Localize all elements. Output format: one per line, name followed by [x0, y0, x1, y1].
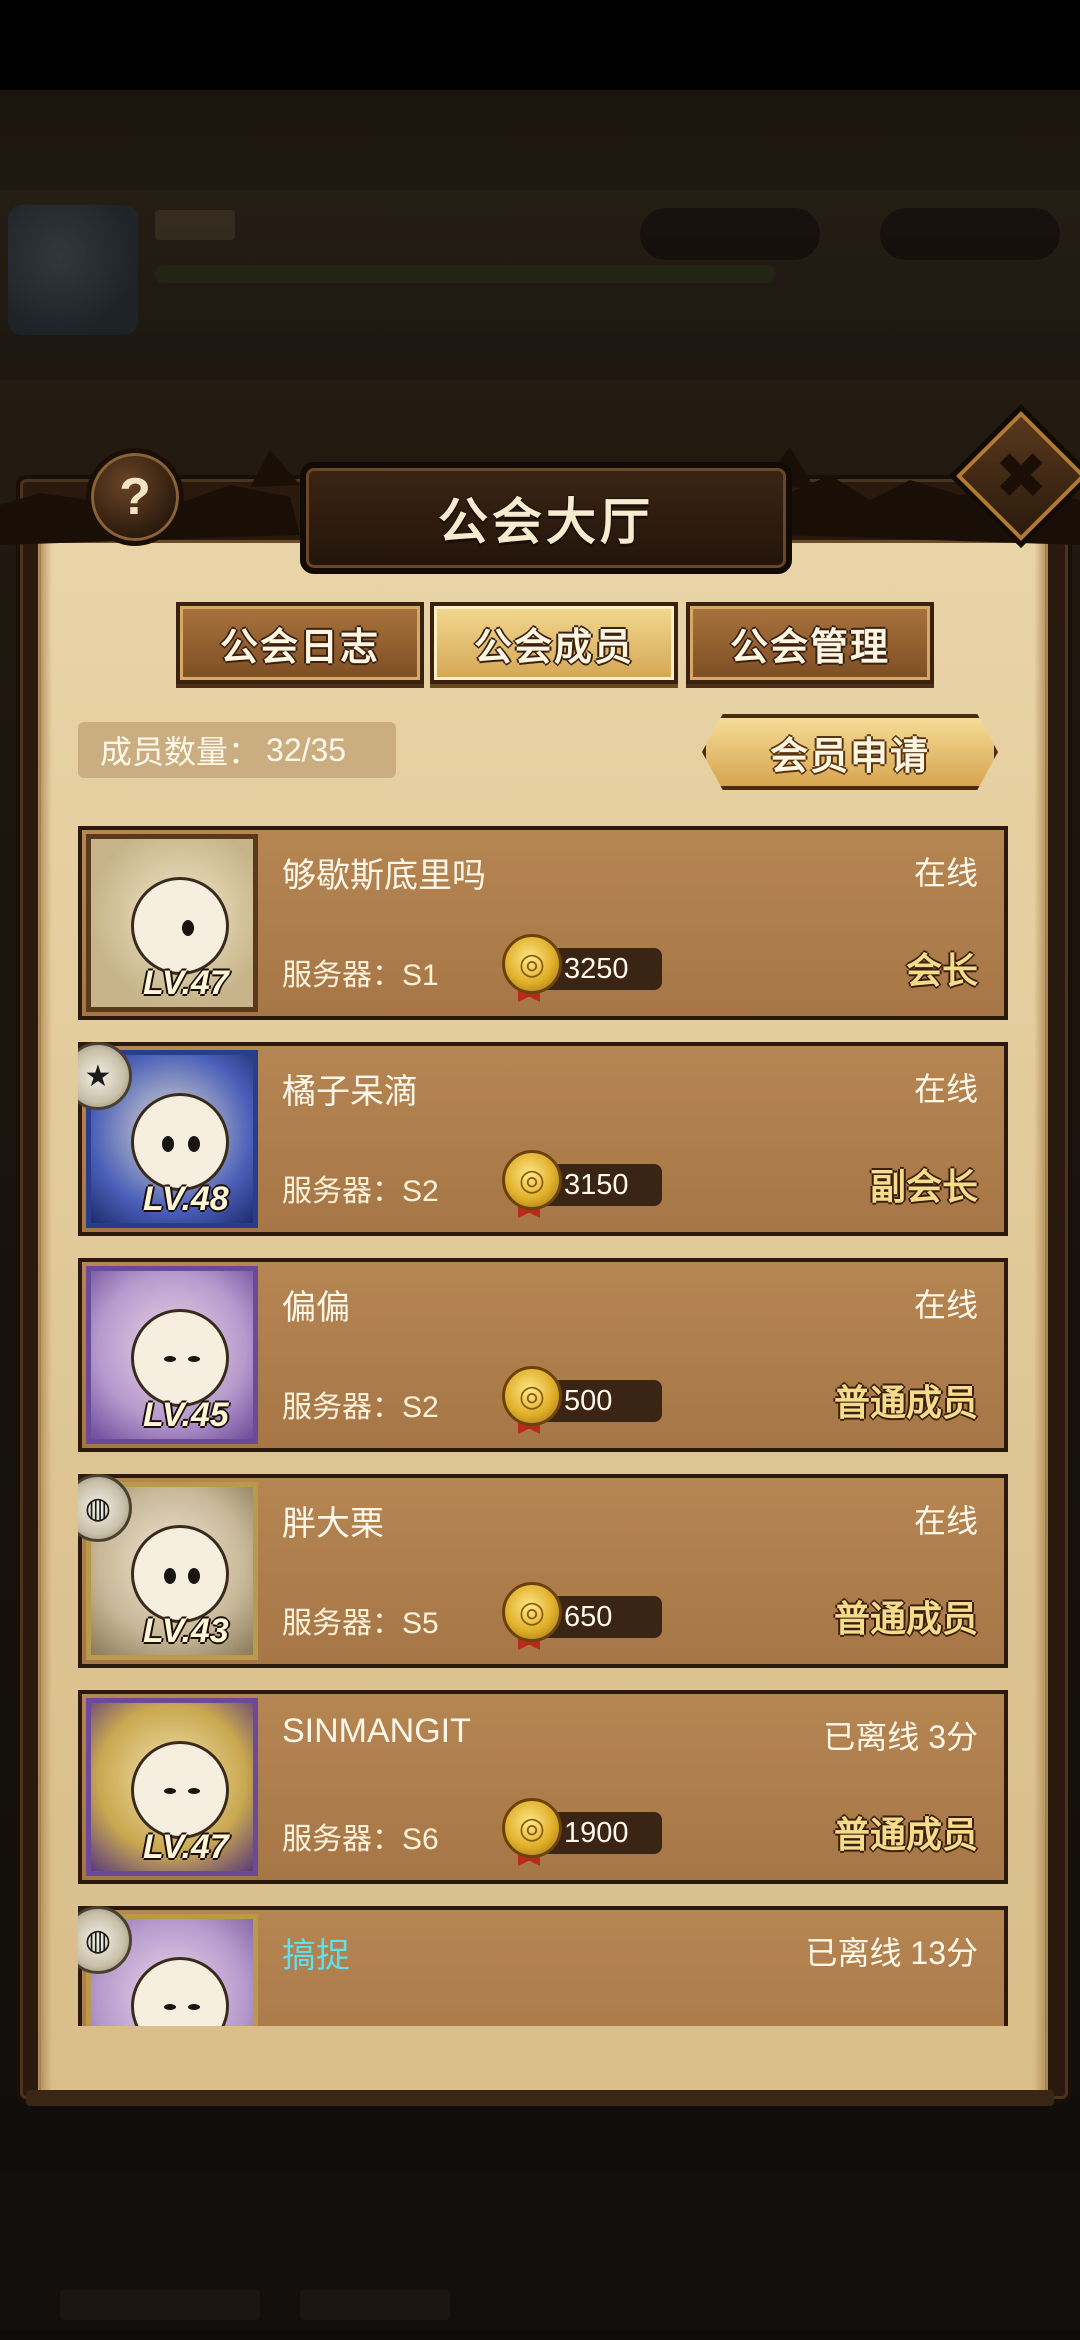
member-application-button[interactable]: 会员申请 — [702, 714, 998, 790]
member-row[interactable]: LV.43 胖大栗 在线 服务器：S5 650 ◎ 普通成员 — [78, 1474, 1008, 1668]
member-list[interactable]: LV.47 够歇斯底里吗 在线 服务器：S1 3250 ◎ 会长 LV.48 橘… — [78, 826, 1008, 2026]
panel-bottom-edge — [26, 2090, 1054, 2106]
member-row[interactable]: LV.47 SINMANGIT 已离线 3分 服务器：S6 1900 ◎ 普通成… — [78, 1690, 1008, 1884]
tab-guild-members[interactable]: 公会成员 — [430, 602, 678, 684]
member-row[interactable]: LV.47 够歇斯底里吗 在线 服务器：S1 3250 ◎ 会长 — [78, 826, 1008, 1020]
coin-icon: ◎ — [502, 1150, 562, 1210]
member-count: 成员数量： 32/35 — [78, 722, 396, 778]
member-role: 会长 — [905, 950, 978, 991]
member-row[interactable]: LV.48 橘子呆滴 在线 服务器：S2 3150 ◎ 副会长 — [78, 1042, 1008, 1236]
member-status: 在线 — [913, 1503, 978, 1539]
member-level: LV.47 — [143, 1828, 229, 1866]
member-level: LV.45 — [143, 1396, 229, 1434]
coin-icon: ◎ — [502, 1582, 562, 1642]
member-server: 服务器：S6 — [282, 1823, 439, 1856]
member-row[interactable]: LV.45 偏偏 在线 服务器：S2 500 ◎ 普通成员 — [78, 1258, 1008, 1452]
member-status: 在线 — [913, 1071, 978, 1107]
member-role: 普通成员 — [833, 1382, 978, 1423]
member-server: 服务器：S2 — [282, 1391, 439, 1424]
title-plate: 公会大厅 — [300, 462, 792, 574]
member-level: LV.48 — [143, 1180, 229, 1218]
member-role: 副会长 — [869, 1166, 978, 1207]
member-level: LV.43 — [143, 1612, 229, 1650]
member-name: SINMANGIT — [282, 1712, 471, 1750]
member-server: 服务器：S1 — [282, 959, 439, 992]
help-button[interactable]: ? — [86, 448, 184, 546]
coin-icon: ◎ — [502, 1366, 562, 1426]
member-name: 搞捉 — [282, 1937, 350, 1975]
member-server: 服务器：S5 — [282, 1607, 439, 1640]
member-status: 在线 — [913, 855, 978, 891]
member-name: 胖大栗 — [282, 1505, 384, 1543]
member-count-value: 32/35 — [266, 731, 347, 768]
page-title: 公会大厅 — [438, 494, 654, 550]
member-avatar[interactable]: LV.45 — [86, 1266, 258, 1444]
member-name: 够歇斯底里吗 — [282, 857, 486, 895]
member-status: 已离线 3分 — [823, 1719, 978, 1755]
member-role: 普通成员 — [833, 1814, 978, 1855]
member-avatar[interactable]: LV.47 — [86, 834, 258, 1012]
member-name: 偏偏 — [282, 1289, 350, 1327]
tab-guild-log[interactable]: 公会日志 — [176, 602, 424, 684]
member-level: LV.47 — [143, 964, 229, 1002]
member-row[interactable]: 搞捉 已离线 13分 — [78, 1906, 1008, 2026]
member-name: 橘子呆滴 — [282, 1073, 418, 1111]
member-count-label: 成员数量： — [100, 734, 261, 770]
member-status: 已离线 13分 — [805, 1935, 979, 1971]
member-role: 普通成员 — [833, 1598, 978, 1639]
close-icon: ✖ — [994, 439, 1048, 512]
tab-guild-management[interactable]: 公会管理 — [686, 602, 934, 684]
member-status: 在线 — [913, 1287, 978, 1323]
status-bar — [0, 0, 1080, 90]
member-avatar[interactable]: LV.47 — [86, 1698, 258, 1876]
member-server: 服务器：S2 — [282, 1175, 439, 1208]
question-icon: ? — [119, 468, 151, 526]
coin-icon: ◎ — [502, 1798, 562, 1858]
coin-icon: ◎ — [502, 934, 562, 994]
